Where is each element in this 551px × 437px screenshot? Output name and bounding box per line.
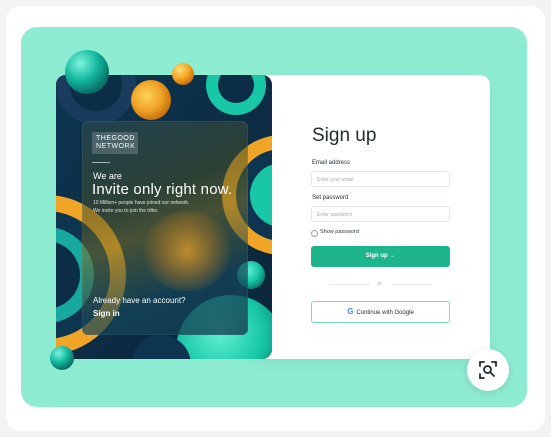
or-text: or [377, 281, 382, 287]
show-password-checkbox[interactable] [311, 230, 318, 237]
password-field[interactable]: Enter password [311, 206, 450, 222]
password-placeholder: Enter password [317, 212, 352, 218]
teal-sphere-top [65, 50, 109, 94]
password-label: Set password [312, 195, 349, 201]
orange-sphere-small [172, 63, 194, 85]
signin-link[interactable]: Sign in [93, 309, 120, 318]
or-divider-left [330, 284, 370, 285]
zoom-search-button[interactable] [467, 349, 509, 391]
brand-line2: NETWORK [96, 143, 136, 150]
promo-line2: We invite you to join the tribe. [93, 208, 159, 214]
account-prompt: Already have an account? [93, 296, 186, 305]
promo-kicker: We are [93, 171, 122, 181]
brand-line1: THEGOOD [96, 135, 135, 142]
google-icon: G [347, 307, 354, 316]
google-button-label: Continue with Google [356, 310, 414, 316]
continue-with-google-button[interactable]: G Continue with Google [311, 301, 450, 323]
search-zoom-icon [479, 361, 497, 379]
teal-sphere-bottom [50, 346, 74, 370]
brand-divider [92, 162, 110, 163]
promo-headline: Invite only right now. [92, 181, 233, 198]
email-label: Email address [312, 160, 351, 166]
show-password-label[interactable]: Show password [320, 229, 359, 235]
email-field[interactable]: Enter your email [311, 171, 450, 187]
brand-logo: THEGOOD NETWORK [92, 132, 138, 154]
signup-button[interactable]: Sign up → [311, 246, 450, 267]
email-placeholder: Enter your email [317, 177, 354, 183]
or-divider-right [392, 284, 432, 285]
promo-line1: 10 Million+ people have joined our netwo… [93, 200, 190, 206]
page-title: Sign up [312, 125, 377, 146]
